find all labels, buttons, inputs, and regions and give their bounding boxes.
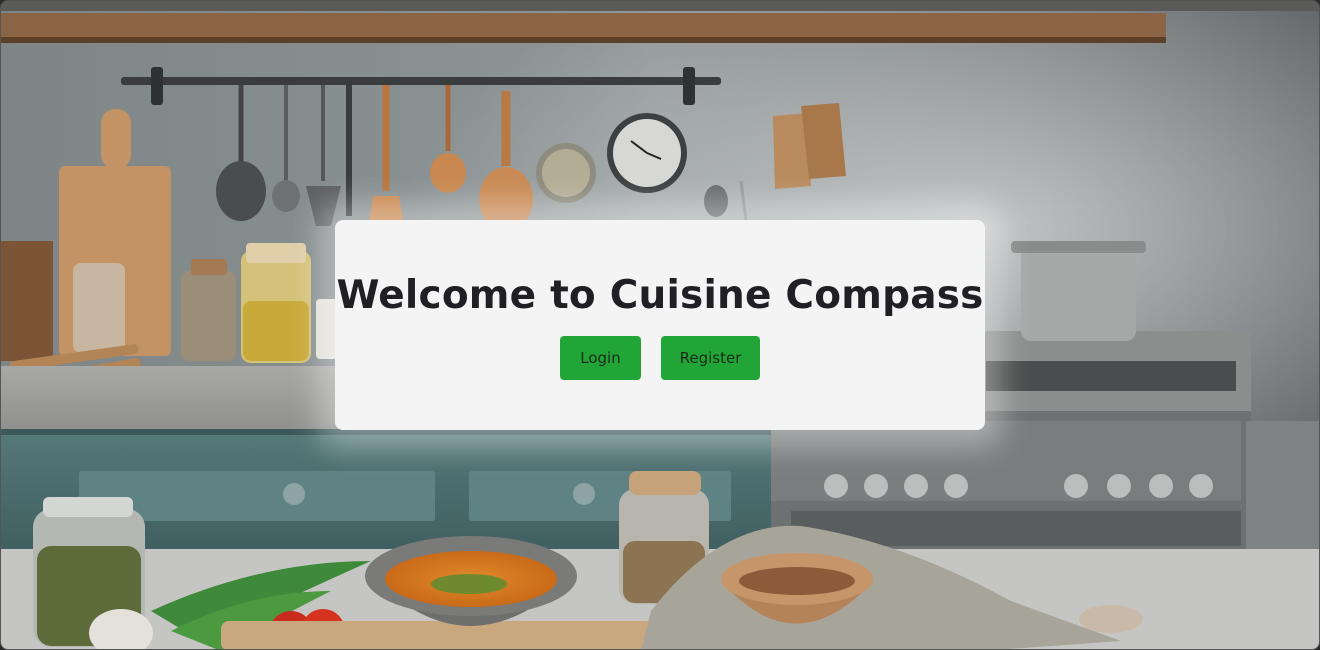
auth-button-group: Login Register <box>335 336 985 380</box>
register-button[interactable]: Register <box>661 336 760 380</box>
login-button[interactable]: Login <box>560 336 641 380</box>
welcome-card: Welcome to Cuisine Compass Login Registe… <box>335 220 985 430</box>
app-window: Welcome to Cuisine Compass Login Registe… <box>0 0 1320 650</box>
page-title: Welcome to Cuisine Compass <box>336 273 984 318</box>
